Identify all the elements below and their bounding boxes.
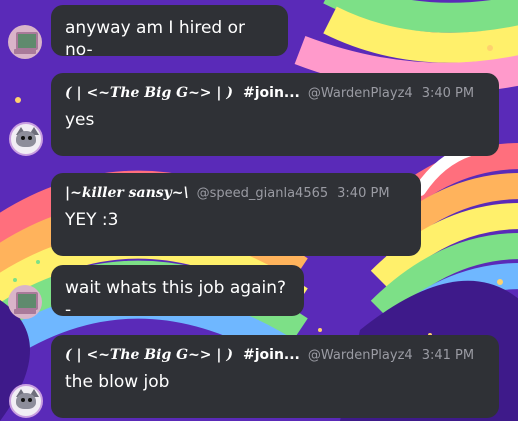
timestamp: 3:40 PM	[337, 186, 390, 201]
channel-link[interactable]: #join...	[243, 347, 300, 363]
message-bubble: ( | <~The Big G~> | ) #join... @WardenPl…	[51, 73, 499, 156]
user-handle[interactable]: @WardenPlayz4	[308, 86, 413, 101]
user-avatar[interactable]	[9, 384, 43, 418]
message-bubble: anyway am I hired or no-	[51, 5, 288, 60]
cat-icon	[16, 131, 36, 147]
user-avatar[interactable]	[8, 25, 42, 59]
user-handle[interactable]: @speed_gianla4565	[197, 186, 329, 201]
user-handle[interactable]: @WardenPlayz4	[308, 348, 413, 363]
username[interactable]: ( | <~The Big G~> | )	[65, 85, 233, 101]
timestamp: 3:40 PM	[421, 86, 475, 101]
timestamp: 3:41 PM	[421, 348, 475, 363]
message-bubble: ( | <~The Big G~> | ) #join... @WardenPl…	[51, 335, 499, 418]
message-header: ( | <~The Big G~> | ) #join... @WardenPl…	[65, 347, 485, 363]
message-bubble: |~killer sansy~\ @speed_gianla4565 3:40 …	[51, 173, 421, 256]
message-header: ( | <~The Big G~> | ) #join... @WardenPl…	[65, 85, 485, 101]
user-avatar[interactable]	[8, 285, 42, 319]
message-text: yes	[65, 110, 95, 130]
cat-icon	[16, 393, 36, 409]
message-text: YEY :3	[65, 210, 119, 230]
computer-icon	[16, 32, 38, 50]
user-avatar[interactable]	[9, 122, 43, 156]
message-bubble: wait whats this job again?-	[51, 265, 304, 320]
channel-link[interactable]: #join...	[243, 85, 300, 101]
message-text: wait whats this job again?-	[65, 278, 287, 320]
username[interactable]: |~killer sansy~\	[65, 185, 189, 201]
message-text: anyway am I hired or no-	[65, 18, 245, 60]
message-header: |~killer sansy~\ @speed_gianla4565 3:40 …	[65, 185, 407, 201]
username[interactable]: ( | <~The Big G~> | )	[65, 347, 233, 363]
computer-icon	[16, 292, 38, 310]
message-text: the blow job	[65, 372, 170, 392]
